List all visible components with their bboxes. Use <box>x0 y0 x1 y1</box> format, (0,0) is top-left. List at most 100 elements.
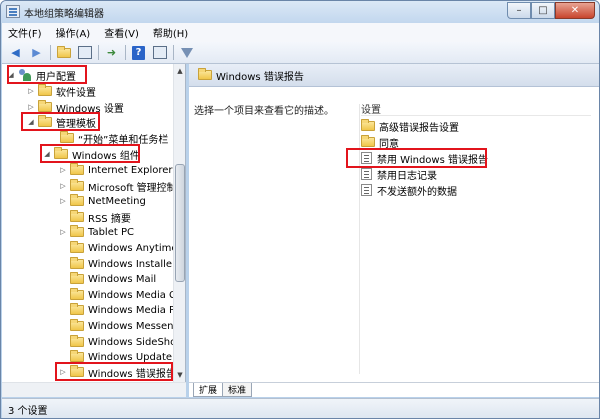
view-tabs: 扩展 标准 <box>189 382 599 397</box>
window-title: 本地组策略编辑器 <box>24 9 104 20</box>
tree-horizontal-scrollbar[interactable] <box>2 382 186 397</box>
details-pane: Windows 错误报告 选择一个项目来查看它的描述。 设置 高级错误报告设置 … <box>189 64 599 382</box>
tree-item-label: NetMeeting <box>88 195 146 207</box>
toolbar: ◀ ▶ ➜ ? <box>2 42 599 64</box>
column-header-divider <box>361 115 591 116</box>
minimize-button[interactable]: – <box>507 2 531 19</box>
menu-bar: 文件(F) 操作(A) 查看(V) 帮助(H) <box>2 23 599 42</box>
maximize-button[interactable]: □ <box>531 2 555 19</box>
expand-icon[interactable]: ▷ <box>58 197 68 205</box>
tree-item-component[interactable]: Windows Anytime Upgrade <box>58 240 185 256</box>
menu-view[interactable]: 查看(V) <box>104 25 139 40</box>
toolbar-divider <box>98 45 99 60</box>
settings-item-advanced[interactable]: 高级错误报告设置 <box>361 118 459 134</box>
folder-icon <box>38 84 52 96</box>
expand-icon[interactable]: ▷ <box>26 103 36 111</box>
tree-item-component[interactable]: ▷ NetMeeting <box>58 193 146 209</box>
settings-item-label: 禁用日志记录 <box>377 170 437 182</box>
expand-icon[interactable]: ▷ <box>58 182 68 190</box>
show-hide-tree-icon[interactable] <box>76 45 93 61</box>
highlight-box <box>7 65 87 84</box>
properties-icon[interactable] <box>151 45 168 61</box>
setting-icon <box>361 168 372 180</box>
tree-item-label: Windows Media Center <box>88 289 185 301</box>
tree-item-component[interactable]: Windows Installer <box>58 256 176 272</box>
folder-icon <box>70 319 84 331</box>
tree-pane: ◢ 用户配置 ▷ 软件设置 ▷ Windows 设置 ◢ 管理模板 “开始”菜单… <box>2 64 186 382</box>
status-text: 3 个设置 <box>8 405 48 417</box>
folder-icon <box>198 68 212 80</box>
help-icon[interactable]: ? <box>130 45 147 61</box>
tree-item-label: Windows Media Player <box>88 304 185 316</box>
tree-item-label: Windows Anytime Upgrade <box>88 242 185 254</box>
tree-item-label: Windows Messenger <box>88 320 186 332</box>
tree-item-software-settings[interactable]: ▷ 软件设置 <box>26 83 96 99</box>
tree-item-component[interactable]: ▷ Internet Explorer <box>58 162 173 178</box>
tree-item-component[interactable]: ▷ Microsoft 管理控制台 <box>58 178 186 194</box>
folder-icon <box>38 100 52 112</box>
tree-item-label: 软件设置 <box>56 87 96 99</box>
expand-icon[interactable]: ▷ <box>26 87 36 95</box>
scroll-down-arrow-icon[interactable]: ▼ <box>174 369 185 381</box>
folder-icon <box>70 303 84 315</box>
highlight-box <box>40 144 140 163</box>
folder-icon <box>70 179 84 191</box>
scroll-up-arrow-icon[interactable]: ▲ <box>174 65 185 77</box>
highlight-box <box>55 362 173 381</box>
tree-item-component[interactable]: Windows Media Center <box>58 287 185 303</box>
settings-item-no-extra-data[interactable]: 不发送额外的数据 <box>361 182 457 198</box>
folder-icon <box>70 257 84 269</box>
tree-item-label: RSS 摘要 <box>88 213 131 225</box>
settings-item-label: 高级错误报告设置 <box>379 122 459 134</box>
filter-icon[interactable] <box>178 45 195 61</box>
tree-item-label: Internet Explorer <box>88 164 173 176</box>
details-header: Windows 错误报告 <box>189 64 599 87</box>
highlight-box <box>21 112 100 131</box>
folder-icon <box>70 335 84 347</box>
folder-icon <box>70 350 84 362</box>
folder-icon <box>70 241 84 253</box>
tree-item-label: Windows Mail <box>88 273 157 285</box>
app-icon <box>6 5 20 18</box>
folder-icon <box>60 131 74 143</box>
scroll-thumb[interactable] <box>175 164 185 282</box>
folder-icon <box>361 135 375 147</box>
close-button[interactable]: ✕ <box>555 2 595 19</box>
setting-icon <box>361 184 372 196</box>
highlight-box <box>346 148 487 168</box>
settings-item-disable-logging[interactable]: 禁用日志记录 <box>361 166 437 182</box>
folder-icon <box>361 119 375 131</box>
toolbar-divider <box>125 45 126 60</box>
tree-item-component[interactable]: Windows Messenger <box>58 318 186 334</box>
menu-action[interactable]: 操作(A) <box>56 25 91 40</box>
pane-divider <box>359 104 360 374</box>
menu-file[interactable]: 文件(F) <box>8 25 42 40</box>
menu-help[interactable]: 帮助(H) <box>153 25 188 40</box>
expand-icon[interactable]: ▷ <box>58 228 68 236</box>
forward-arrow-icon[interactable]: ▶ <box>28 45 45 61</box>
tab-standard[interactable]: 标准 <box>222 383 253 397</box>
window-controls: – □ ✕ <box>507 2 595 19</box>
tree-item-component[interactable]: Windows Mail <box>58 271 156 287</box>
tree-item-label: Windows Update <box>88 351 173 363</box>
folder-icon <box>70 163 84 175</box>
up-folder-icon[interactable] <box>55 45 72 61</box>
export-list-icon[interactable]: ➜ <box>103 45 120 61</box>
tree-item-component[interactable]: Windows Media Player <box>58 302 185 318</box>
window: 本地组策略编辑器 – □ ✕ 文件(F) 操作(A) 查看(V) 帮助(H) ◀… <box>0 0 600 419</box>
settings-item-label: 不发送额外的数据 <box>377 186 457 198</box>
expand-icon[interactable]: ▷ <box>58 166 68 174</box>
tree-item-label: Microsoft 管理控制台 <box>88 182 186 194</box>
tab-extended[interactable]: 扩展 <box>193 383 224 397</box>
title-bar[interactable]: 本地组策略编辑器 – □ ✕ <box>1 1 599 23</box>
description-text: 选择一个项目来查看它的描述。 <box>194 106 334 117</box>
tree-item-component[interactable]: RSS 摘要 <box>58 209 131 225</box>
back-arrow-icon[interactable]: ◀ <box>7 45 24 61</box>
tree-item-label: Tablet PC <box>88 226 134 238</box>
tree-item-component[interactable]: Windows SideShow <box>58 334 184 350</box>
tree-item-component[interactable]: ▷ Tablet PC <box>58 224 134 240</box>
folder-icon <box>70 272 84 284</box>
details-header-title: Windows 错误报告 <box>216 71 304 83</box>
column-header-settings[interactable]: 设置 <box>361 101 381 116</box>
tree-vertical-scrollbar[interactable]: ▲ ▼ <box>173 64 185 382</box>
